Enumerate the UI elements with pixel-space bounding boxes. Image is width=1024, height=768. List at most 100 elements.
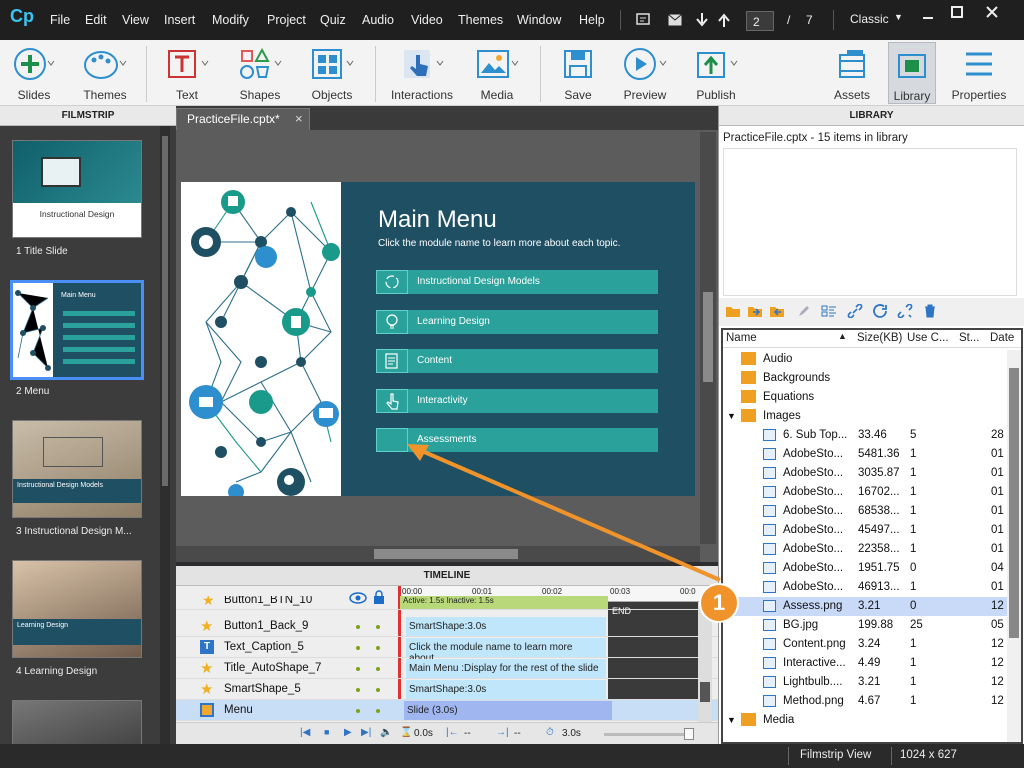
timeline-row[interactable]: ★ Button1_BTN_10 Active: 1.5s Inactive: …	[176, 596, 718, 610]
timeline-bar[interactable]: SmartShape:3.0s	[406, 617, 606, 636]
preview-button[interactable]: Preview	[620, 44, 670, 102]
stage-horizontal-scrollbar[interactable]	[176, 546, 700, 562]
chevron-down-icon[interactable]: ▼	[894, 12, 903, 22]
timeline-bar[interactable]: SmartShape:3.0s	[406, 680, 606, 699]
export-folder-icon[interactable]	[769, 304, 785, 318]
menu-window[interactable]: Window	[517, 13, 561, 27]
lock-dot[interactable]	[376, 709, 380, 713]
mail-icon[interactable]	[668, 14, 682, 26]
menu-item-instructional-design-models[interactable]: Instructional Design Models	[376, 270, 658, 294]
library-item-selected[interactable]: Assess.png 3.21 0 12	[723, 597, 1010, 616]
menu-quiz[interactable]: Quiz	[320, 13, 346, 27]
timeline-bar[interactable]: Active: 1.5s Inactive: 1.5s	[400, 596, 608, 609]
expand-chevron-icon[interactable]: ▼	[727, 715, 736, 725]
themes-button[interactable]: Themes	[78, 44, 132, 102]
library-item[interactable]: AdobeSto... 5481.36 1 01	[723, 445, 1010, 464]
timeline-bar[interactable]: Main Menu :Display for the rest of the s…	[406, 659, 606, 678]
slide-thumbnail-1[interactable]: Instructional Design	[12, 140, 142, 238]
menu-file[interactable]: File	[50, 13, 70, 27]
menu-item-interactivity[interactable]: Interactivity	[376, 389, 658, 413]
menu-item-learning-design[interactable]: Learning Design	[376, 310, 658, 334]
library-item[interactable]: Interactive... 4.49 1 12	[723, 654, 1010, 673]
document-tab[interactable]: PracticeFile.cptx* ×	[176, 108, 310, 130]
slide-thumbnail-5[interactable]	[12, 700, 142, 744]
library-folder-row[interactable]: Backgrounds	[723, 369, 1010, 388]
workspace-dropdown[interactable]: Classic	[850, 12, 889, 26]
timeline-bar[interactable]: Click the module name to learn more abou…	[406, 638, 606, 664]
import-folder-icon[interactable]	[747, 304, 763, 318]
close-icon[interactable]	[985, 5, 999, 19]
menu-audio[interactable]: Audio	[362, 13, 394, 27]
library-item[interactable]: AdobeSto... 1951.75 0 04	[723, 559, 1010, 578]
library-folder-row[interactable]: ▼ Images	[723, 407, 1010, 426]
column-size[interactable]: Size(KB)	[857, 332, 902, 344]
slides-button[interactable]: Slides	[8, 44, 60, 102]
timeline-row[interactable]: ★ Title_AutoShape_7 Main Menu :Display f…	[176, 658, 718, 679]
menu-project[interactable]: Project	[267, 13, 306, 27]
sort-asc-icon[interactable]: ▲	[838, 331, 847, 341]
unlink-icon[interactable]	[897, 304, 913, 318]
menu-view[interactable]: View	[122, 13, 149, 27]
library-item[interactable]: Lightbulb.... 3.21 1 12	[723, 673, 1010, 692]
stop-icon[interactable]: ■	[324, 727, 329, 737]
library-folder-row[interactable]: ▼ Media	[723, 711, 1010, 730]
menu-item-assessments[interactable]: Assessments	[376, 428, 658, 452]
minimize-icon[interactable]	[921, 8, 935, 22]
column-date[interactable]: Date	[990, 332, 1014, 344]
publish-button[interactable]: Publish	[690, 44, 742, 102]
library-item[interactable]: BG.jpg 199.88 25 05	[723, 616, 1010, 635]
interactions-button[interactable]: Interactions	[388, 44, 456, 102]
save-button[interactable]: Save	[558, 44, 598, 102]
edit-pencil-icon[interactable]	[797, 304, 811, 318]
timeline-row[interactable]: ★ Button1_Back_9 SmartShape:3.0s	[176, 616, 718, 637]
folder-icon[interactable]	[725, 304, 741, 318]
lock-dot[interactable]	[376, 688, 380, 692]
menu-insert[interactable]: Insert	[164, 13, 195, 27]
lock-dot[interactable]	[376, 646, 380, 650]
expand-chevron-icon[interactable]: ▼	[727, 411, 736, 421]
slide-thumbnail-2[interactable]: Main Menu	[10, 280, 144, 380]
menu-modify[interactable]: Modify	[212, 13, 249, 27]
properties-icon[interactable]	[821, 304, 837, 318]
filmstrip-scrollbar[interactable]	[160, 126, 170, 744]
menu-item-content[interactable]: Content	[376, 349, 658, 373]
slide-thumbnail-3[interactable]: Instructional Design Models	[12, 420, 142, 518]
library-item[interactable]: AdobeSto... 45497... 1 01	[723, 521, 1010, 540]
library-item[interactable]: AdobeSto... 16702... 1 01	[723, 483, 1010, 502]
page-number-input[interactable]: 2	[746, 11, 774, 31]
audio-icon[interactable]: 🔈	[380, 727, 392, 738]
menu-video[interactable]: Video	[411, 13, 443, 27]
menu-themes[interactable]: Themes	[458, 13, 503, 27]
close-tab-icon[interactable]: ×	[295, 111, 303, 126]
library-button[interactable]: Library	[888, 42, 936, 104]
lock-dot[interactable]	[376, 625, 380, 629]
visibility-dot[interactable]	[356, 625, 360, 629]
link-icon[interactable]	[847, 304, 863, 318]
play-icon[interactable]: ▶	[344, 727, 352, 738]
column-status[interactable]: St...	[959, 332, 979, 344]
column-use-count[interactable]: Use C...	[907, 332, 949, 344]
visibility-dot[interactable]	[356, 667, 360, 671]
library-item[interactable]: AdobeSto... 46913... 1 01	[723, 578, 1010, 597]
menu-edit[interactable]: Edit	[85, 13, 107, 27]
menu-help[interactable]: Help	[579, 13, 605, 27]
slide-thumbnail-4[interactable]: Learning Design	[12, 560, 142, 658]
delete-trash-icon[interactable]	[923, 304, 937, 318]
zoom-slider[interactable]	[604, 728, 694, 740]
library-scrollbar[interactable]	[1007, 350, 1021, 742]
refresh-icon[interactable]	[873, 304, 889, 318]
timeline-row-selected[interactable]: Menu Slide (3.0s)	[176, 700, 718, 721]
library-item[interactable]: 6. Sub Top... 33.46 5 28	[723, 426, 1010, 445]
media-button[interactable]: Media	[470, 44, 524, 102]
timeline-bar[interactable]: Slide (3.0s)	[404, 701, 612, 720]
library-folder-row[interactable]: Audio	[723, 350, 1010, 369]
library-item[interactable]: Content.png 3.24 1 12	[723, 635, 1010, 654]
timeline-row[interactable]: ★ SmartShape_5 SmartShape:3.0s	[176, 679, 718, 700]
visibility-dot[interactable]	[356, 646, 360, 650]
shapes-button[interactable]: Shapes	[234, 44, 286, 102]
stage-vertical-scrollbar[interactable]	[700, 132, 716, 544]
library-folder-row[interactable]: Equations	[723, 388, 1010, 407]
assets-button[interactable]: Assets	[830, 44, 874, 102]
comment-icon[interactable]	[636, 13, 650, 27]
library-item[interactable]: AdobeSto... 3035.87 1 01	[723, 464, 1010, 483]
